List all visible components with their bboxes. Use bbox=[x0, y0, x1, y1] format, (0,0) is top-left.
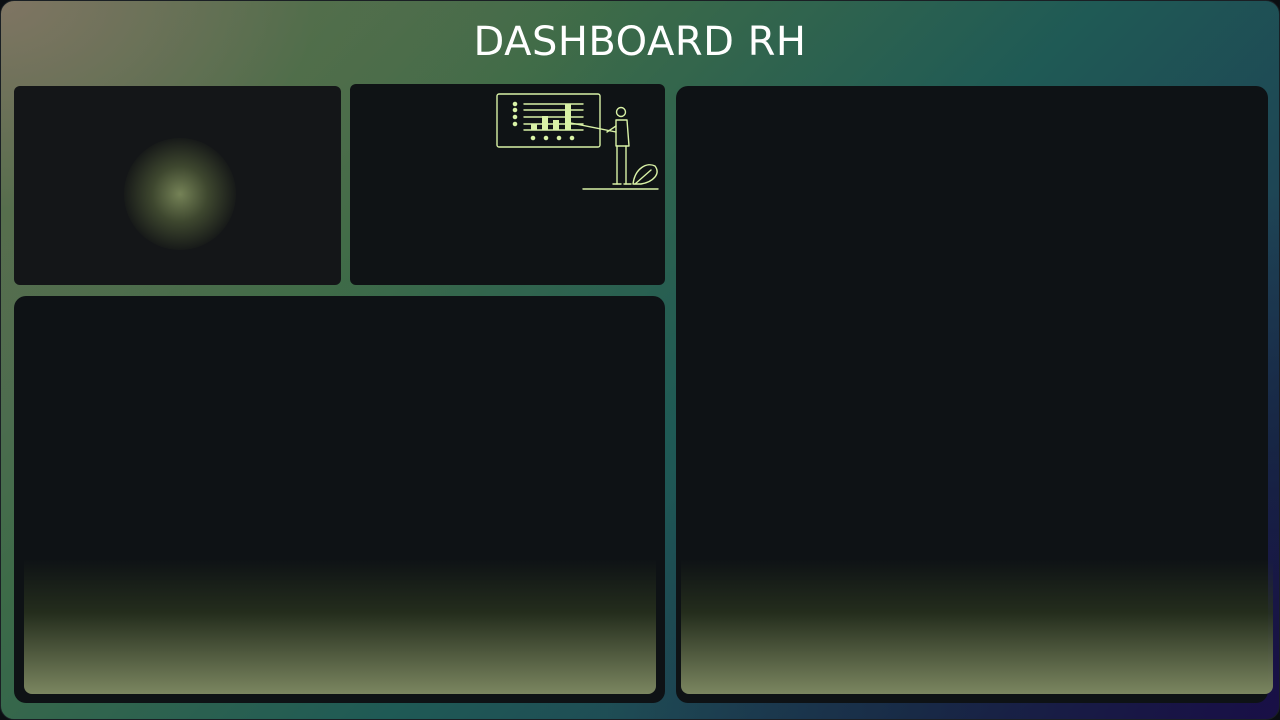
presenter-with-chart-icon bbox=[496, 93, 659, 190]
card-fade-decoration bbox=[681, 559, 1273, 694]
dashboard-canvas: DASHBOARD RH bbox=[0, 0, 1280, 720]
card-fade-decoration bbox=[24, 559, 656, 694]
card-bottom-left bbox=[14, 296, 665, 703]
card-top-middle bbox=[350, 84, 665, 285]
card-top-left bbox=[14, 86, 341, 285]
page-title: DASHBOARD RH bbox=[473, 19, 807, 65]
card-right-panel bbox=[676, 86, 1273, 703]
glow-decoration bbox=[124, 138, 236, 250]
